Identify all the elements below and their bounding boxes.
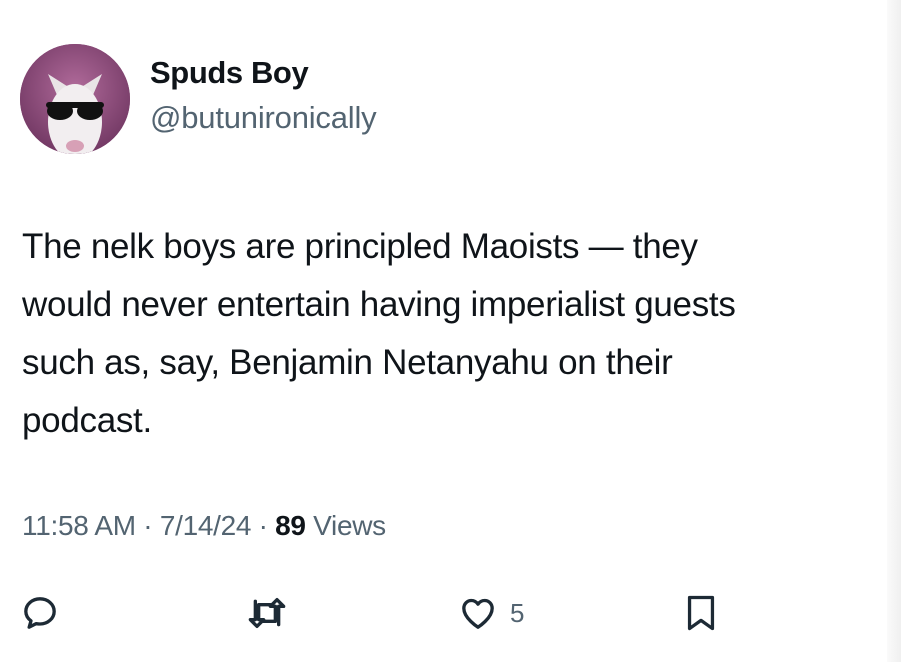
author-handle[interactable]: @butunironically xyxy=(150,100,377,136)
tweet-meta: 11:58 AM · 7/14/24 · 89 Views xyxy=(22,510,386,542)
like-button[interactable]: 5 xyxy=(458,593,524,633)
heart-icon xyxy=(462,598,494,629)
tweet-text: The nelk boys are principled Maoists — t… xyxy=(22,227,736,440)
bookmark-icon xyxy=(687,595,715,631)
retweet-icon xyxy=(248,598,286,628)
tweet-time[interactable]: 11:58 AM xyxy=(22,510,136,541)
like-count: 5 xyxy=(510,597,525,628)
reply-button[interactable] xyxy=(20,593,60,633)
avatar[interactable] xyxy=(20,44,130,154)
views-count: 89 xyxy=(275,510,306,541)
retweet-button[interactable] xyxy=(245,593,289,633)
bull-terrier-sunglasses-avatar xyxy=(20,44,130,154)
reply-icon xyxy=(24,597,56,629)
page-edge xyxy=(887,0,901,662)
tweet: Spuds Boy @butunironically The nelk boys… xyxy=(0,0,901,662)
views-label: Views xyxy=(305,510,386,541)
bookmark-button[interactable] xyxy=(683,593,719,633)
author-display-name[interactable]: Spuds Boy xyxy=(150,55,309,91)
tweet-date[interactable]: 7/14/24 xyxy=(160,510,252,541)
meta-separator: · xyxy=(251,510,276,541)
meta-separator: · xyxy=(135,510,160,541)
